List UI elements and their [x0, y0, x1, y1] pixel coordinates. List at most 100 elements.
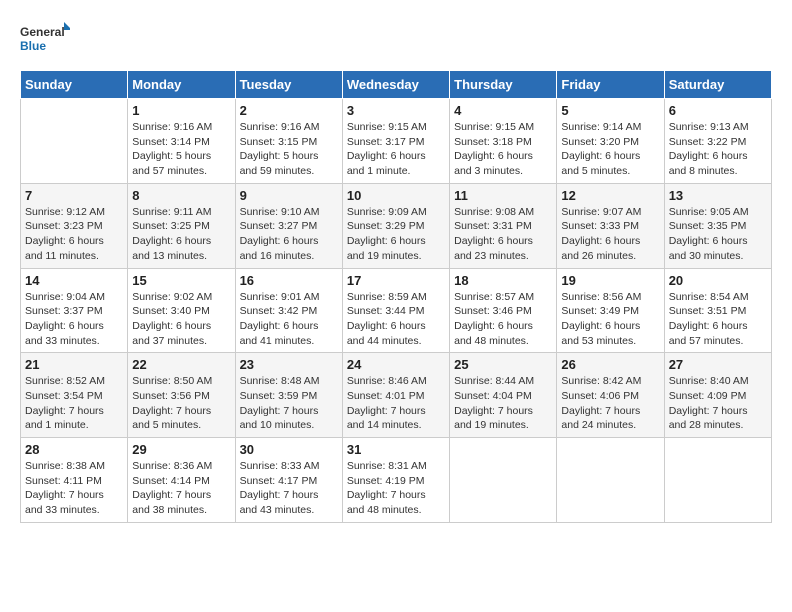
day-info: Sunrise: 8:42 AM Sunset: 4:06 PM Dayligh… — [561, 374, 659, 433]
day-info: Sunrise: 8:52 AM Sunset: 3:54 PM Dayligh… — [25, 374, 123, 433]
day-info: Sunrise: 8:40 AM Sunset: 4:09 PM Dayligh… — [669, 374, 767, 433]
day-info: Sunrise: 8:57 AM Sunset: 3:46 PM Dayligh… — [454, 290, 552, 349]
day-number: 16 — [240, 273, 338, 288]
calendar-day-cell: 12 Sunrise: 9:07 AM Sunset: 3:33 PM Dayli… — [557, 183, 664, 268]
calendar-day-cell — [664, 438, 771, 523]
calendar-day-cell: 21 Sunrise: 8:52 AM Sunset: 3:54 PM Dayli… — [21, 353, 128, 438]
day-number: 9 — [240, 188, 338, 203]
day-info: Sunrise: 9:12 AM Sunset: 3:23 PM Dayligh… — [25, 205, 123, 264]
day-number: 22 — [132, 357, 230, 372]
calendar-day-cell: 5Sunrise: 9:14 AM Sunset: 3:20 PM Daylig… — [557, 99, 664, 184]
day-info: Sunrise: 8:56 AM Sunset: 3:49 PM Dayligh… — [561, 290, 659, 349]
calendar-week-row: 28 Sunrise: 8:38 AM Sunset: 4:11 PM Dayli… — [21, 438, 772, 523]
day-number: 2 — [240, 103, 338, 118]
svg-text:General: General — [20, 25, 65, 39]
logo: General Blue — [20, 20, 70, 60]
day-number: 14 — [25, 273, 123, 288]
calendar-day-cell: 20 Sunrise: 8:54 AM Sunset: 3:51 PM Dayli… — [664, 268, 771, 353]
header: General Blue — [20, 20, 772, 60]
calendar-day-cell: 16 Sunrise: 9:01 AM Sunset: 3:42 PM Dayli… — [235, 268, 342, 353]
calendar-day-cell: 14 Sunrise: 9:04 AM Sunset: 3:37 PM Dayli… — [21, 268, 128, 353]
day-info: Sunrise: 9:07 AM Sunset: 3:33 PM Dayligh… — [561, 205, 659, 264]
day-number: 25 — [454, 357, 552, 372]
calendar-day-cell: 11Sunrise: 9:08 AM Sunset: 3:31 PM Dayli… — [450, 183, 557, 268]
day-info: Sunrise: 9:01 AM Sunset: 3:42 PM Dayligh… — [240, 290, 338, 349]
day-number: 13 — [669, 188, 767, 203]
day-info: Sunrise: 8:33 AM Sunset: 4:17 PM Dayligh… — [240, 459, 338, 518]
day-number: 5 — [561, 103, 659, 118]
day-info: Sunrise: 9:11 AM Sunset: 3:25 PM Dayligh… — [132, 205, 230, 264]
day-info: Sunrise: 9:09 AM Sunset: 3:29 PM Dayligh… — [347, 205, 445, 264]
day-number: 15 — [132, 273, 230, 288]
calendar-day-cell: 4 Sunrise: 9:15 AM Sunset: 3:18 PM Daylig… — [450, 99, 557, 184]
day-info: Sunrise: 9:04 AM Sunset: 3:37 PM Dayligh… — [25, 290, 123, 349]
day-info: Sunrise: 8:31 AM Sunset: 4:19 PM Dayligh… — [347, 459, 445, 518]
day-info: Sunrise: 8:50 AM Sunset: 3:56 PM Dayligh… — [132, 374, 230, 433]
day-number: 20 — [669, 273, 767, 288]
day-info: Sunrise: 9:10 AM Sunset: 3:27 PM Dayligh… — [240, 205, 338, 264]
calendar-day-cell: 6 Sunrise: 9:13 AM Sunset: 3:22 PM Daylig… — [664, 99, 771, 184]
calendar-day-cell: 27Sunrise: 8:40 AM Sunset: 4:09 PM Dayli… — [664, 353, 771, 438]
day-number: 23 — [240, 357, 338, 372]
day-number: 10 — [347, 188, 445, 203]
day-number: 7 — [25, 188, 123, 203]
day-info: Sunrise: 8:48 AM Sunset: 3:59 PM Dayligh… — [240, 374, 338, 433]
calendar-day-cell: 1Sunrise: 9:16 AM Sunset: 3:14 PM Daylig… — [128, 99, 235, 184]
day-info: Sunrise: 8:46 AM Sunset: 4:01 PM Dayligh… — [347, 374, 445, 433]
calendar-day-cell: 25Sunrise: 8:44 AM Sunset: 4:04 PM Dayli… — [450, 353, 557, 438]
calendar-day-cell: 3 Sunrise: 9:15 AM Sunset: 3:17 PM Daylig… — [342, 99, 449, 184]
day-of-week-header: Friday — [557, 71, 664, 99]
day-of-week-header: Sunday — [21, 71, 128, 99]
day-info: Sunrise: 9:16 AM Sunset: 3:15 PM Dayligh… — [240, 120, 338, 179]
day-number: 17 — [347, 273, 445, 288]
day-info: Sunrise: 9:02 AM Sunset: 3:40 PM Dayligh… — [132, 290, 230, 349]
day-info: Sunrise: 9:15 AM Sunset: 3:17 PM Dayligh… — [347, 120, 445, 179]
day-number: 4 — [454, 103, 552, 118]
calendar-day-cell: 23 Sunrise: 8:48 AM Sunset: 3:59 PM Dayli… — [235, 353, 342, 438]
calendar-week-row: 14 Sunrise: 9:04 AM Sunset: 3:37 PM Dayli… — [21, 268, 772, 353]
day-number: 8 — [132, 188, 230, 203]
logo-svg: General Blue — [20, 20, 70, 60]
calendar-day-cell: 18Sunrise: 8:57 AM Sunset: 3:46 PM Dayli… — [450, 268, 557, 353]
day-info: Sunrise: 8:54 AM Sunset: 3:51 PM Dayligh… — [669, 290, 767, 349]
calendar-day-cell: 2 Sunrise: 9:16 AM Sunset: 3:15 PM Daylig… — [235, 99, 342, 184]
day-of-week-header: Saturday — [664, 71, 771, 99]
calendar-day-cell: 31 Sunrise: 8:31 AM Sunset: 4:19 PM Dayli… — [342, 438, 449, 523]
day-of-week-header: Thursday — [450, 71, 557, 99]
day-info: Sunrise: 9:08 AM Sunset: 3:31 PM Dayligh… — [454, 205, 552, 264]
day-info: Sunrise: 9:05 AM Sunset: 3:35 PM Dayligh… — [669, 205, 767, 264]
day-number: 21 — [25, 357, 123, 372]
calendar-day-cell: 29 Sunrise: 8:36 AM Sunset: 4:14 PM Dayli… — [128, 438, 235, 523]
calendar-day-cell: 19Sunrise: 8:56 AM Sunset: 3:49 PM Dayli… — [557, 268, 664, 353]
day-number: 28 — [25, 442, 123, 457]
calendar-day-cell — [557, 438, 664, 523]
calendar-day-cell: 24 Sunrise: 8:46 AM Sunset: 4:01 PM Dayli… — [342, 353, 449, 438]
day-number: 12 — [561, 188, 659, 203]
calendar-day-cell — [450, 438, 557, 523]
day-info: Sunrise: 9:13 AM Sunset: 3:22 PM Dayligh… — [669, 120, 767, 179]
day-of-week-header: Wednesday — [342, 71, 449, 99]
day-number: 24 — [347, 357, 445, 372]
day-number: 26 — [561, 357, 659, 372]
day-number: 30 — [240, 442, 338, 457]
day-info: Sunrise: 8:38 AM Sunset: 4:11 PM Dayligh… — [25, 459, 123, 518]
day-number: 29 — [132, 442, 230, 457]
calendar-day-cell: 15 Sunrise: 9:02 AM Sunset: 3:40 PM Dayli… — [128, 268, 235, 353]
day-of-week-header: Monday — [128, 71, 235, 99]
day-info: Sunrise: 8:59 AM Sunset: 3:44 PM Dayligh… — [347, 290, 445, 349]
calendar-week-row: 1Sunrise: 9:16 AM Sunset: 3:14 PM Daylig… — [21, 99, 772, 184]
day-info: Sunrise: 8:36 AM Sunset: 4:14 PM Dayligh… — [132, 459, 230, 518]
calendar-day-cell — [21, 99, 128, 184]
day-number: 6 — [669, 103, 767, 118]
calendar-day-cell: 8 Sunrise: 9:11 AM Sunset: 3:25 PM Daylig… — [128, 183, 235, 268]
day-number: 3 — [347, 103, 445, 118]
day-number: 1 — [132, 103, 230, 118]
day-of-week-header: Tuesday — [235, 71, 342, 99]
calendar-table: SundayMondayTuesdayWednesdayThursdayFrid… — [20, 70, 772, 523]
calendar-day-cell: 28 Sunrise: 8:38 AM Sunset: 4:11 PM Dayli… — [21, 438, 128, 523]
day-info: Sunrise: 9:15 AM Sunset: 3:18 PM Dayligh… — [454, 120, 552, 179]
day-number: 31 — [347, 442, 445, 457]
calendar-day-cell: 17 Sunrise: 8:59 AM Sunset: 3:44 PM Dayli… — [342, 268, 449, 353]
calendar-body: 1Sunrise: 9:16 AM Sunset: 3:14 PM Daylig… — [21, 99, 772, 523]
calendar-day-cell: 7 Sunrise: 9:12 AM Sunset: 3:23 PM Daylig… — [21, 183, 128, 268]
